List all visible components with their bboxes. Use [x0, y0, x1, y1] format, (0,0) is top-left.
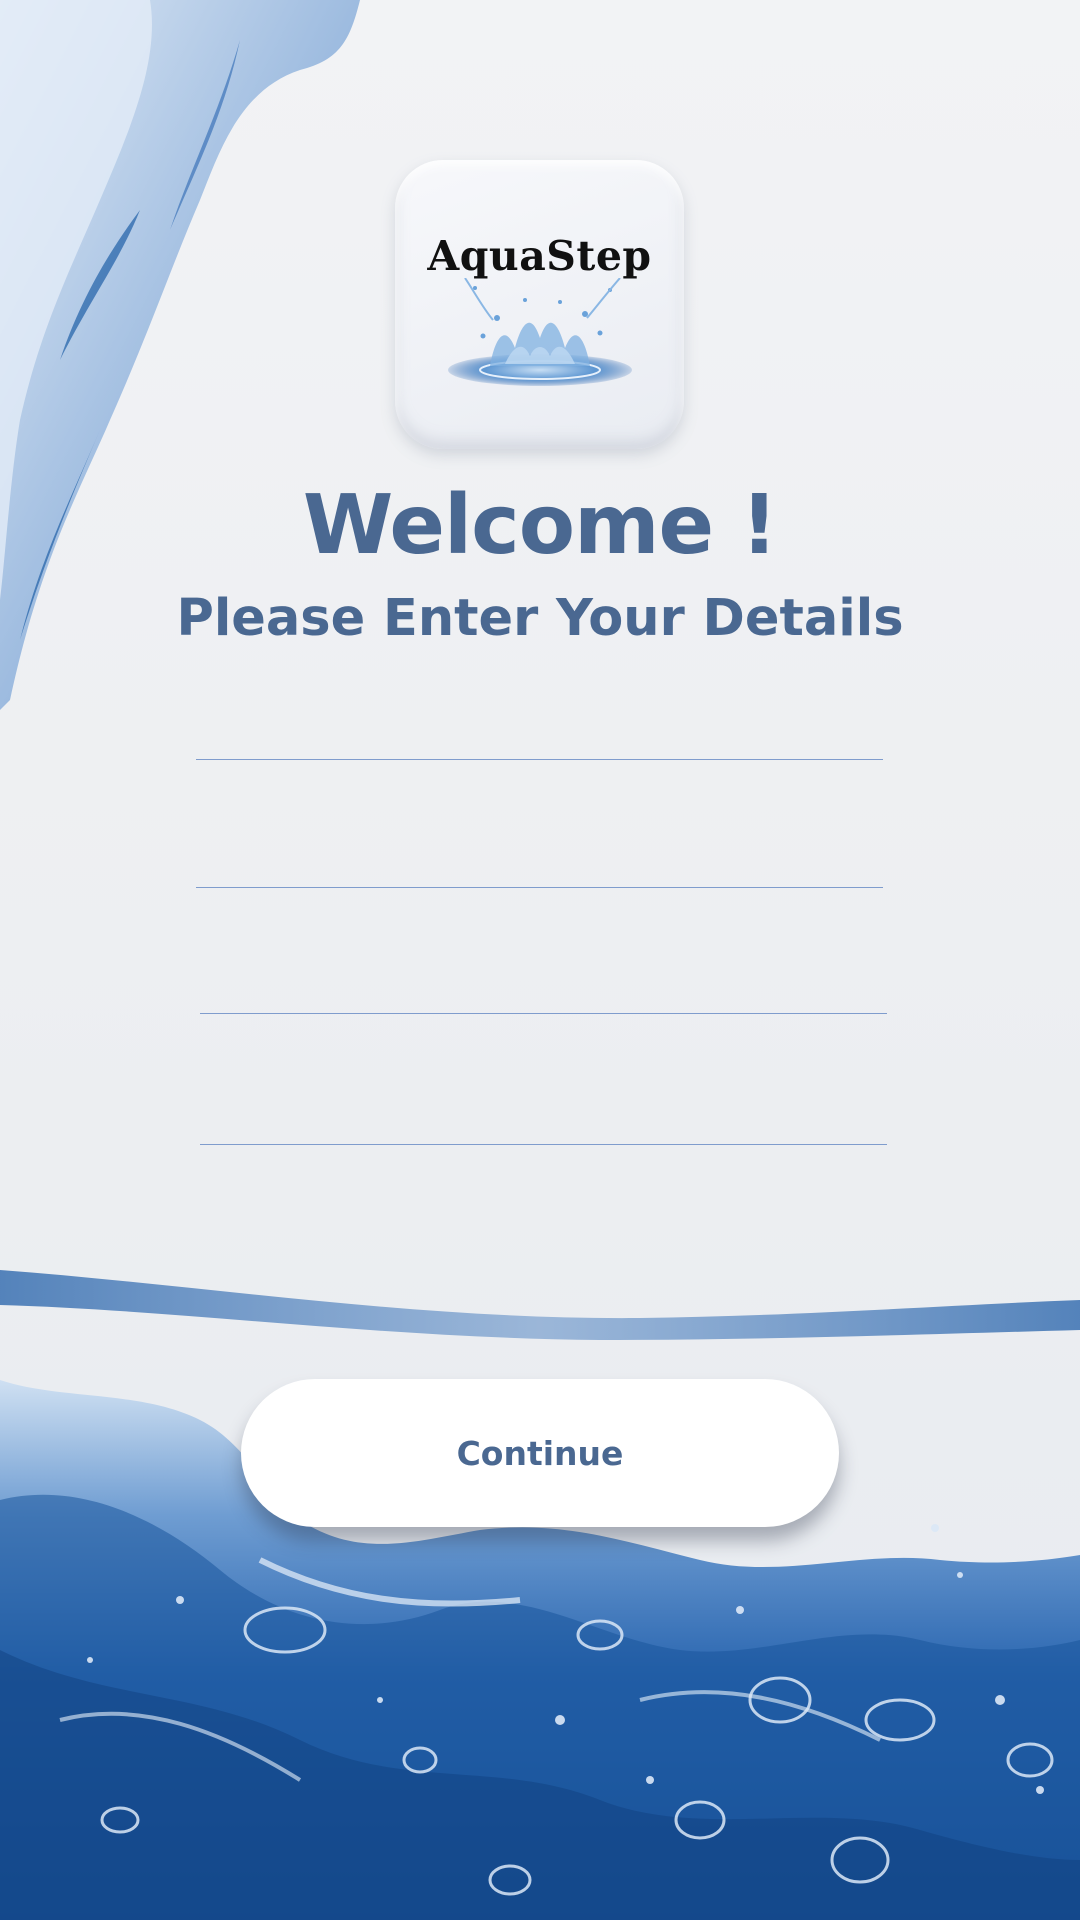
- detail-field-2[interactable]: [196, 828, 883, 888]
- detail-field-1[interactable]: [196, 700, 883, 760]
- continue-button[interactable]: Continue: [241, 1379, 839, 1527]
- page-title: Welcome !: [302, 478, 778, 573]
- page-subtitle: Please Enter Your Details: [176, 589, 904, 648]
- logo-text: AquaStep: [427, 232, 652, 280]
- app-logo: AquaStep: [395, 160, 684, 449]
- detail-field-4[interactable]: [200, 1085, 887, 1145]
- water-splash-icon: [448, 278, 632, 386]
- detail-field-3[interactable]: [200, 954, 887, 1014]
